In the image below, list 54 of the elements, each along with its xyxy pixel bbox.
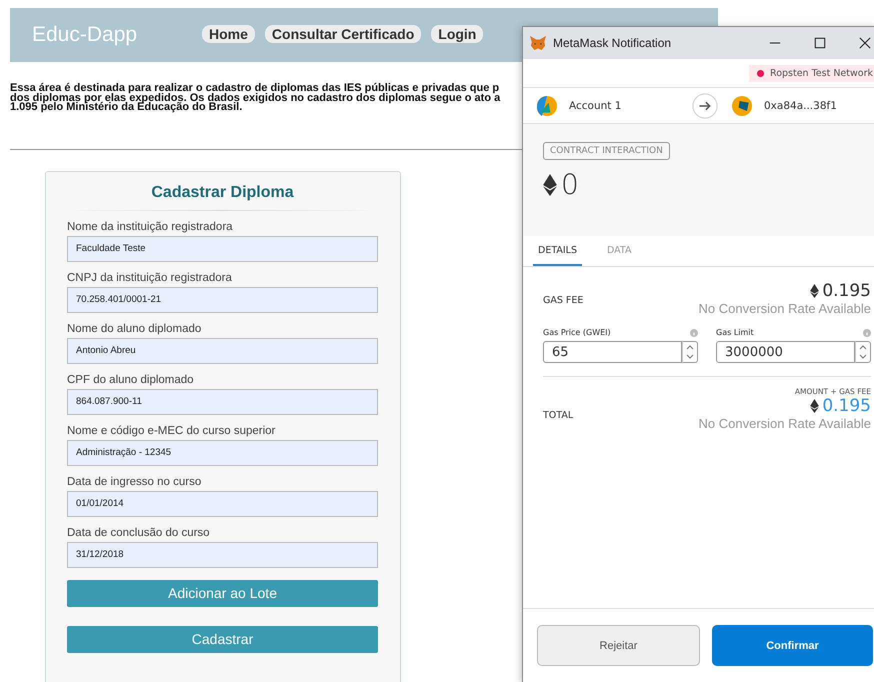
number-field[interactable]: 3000000 xyxy=(716,341,855,363)
spinner-icon[interactable] xyxy=(682,341,698,363)
input-field[interactable]: 31/12/2018 xyxy=(67,542,378,568)
form-title: Cadastrar Diploma xyxy=(150,184,295,202)
confirm-button[interactable]: Confirmar xyxy=(712,625,873,666)
number-field[interactable]: 65 xyxy=(543,341,682,363)
info-icon[interactable] xyxy=(690,328,698,336)
input-field[interactable]: 01/01/2014 xyxy=(67,490,378,516)
arrow-right-icon xyxy=(692,92,718,118)
conversion-note: No Conversion Rate Available xyxy=(698,416,871,431)
brand-title: Educ-Dapp xyxy=(32,23,138,47)
conversion-note: No Conversion Rate Available xyxy=(698,301,871,316)
field-label: CNPJ da instituição registradora xyxy=(67,270,233,284)
avatar-icon xyxy=(732,96,752,116)
fox-icon xyxy=(529,35,547,51)
total-label: TOTAL xyxy=(543,410,574,421)
input-field[interactable]: 864.087.900-11 xyxy=(67,388,378,414)
reject-button[interactable]: Rejeitar xyxy=(537,625,700,666)
nav-link[interactable]: Login xyxy=(431,24,484,42)
network-name: Ropsten Test Network xyxy=(770,68,873,78)
gas-fee-value: 0.195 xyxy=(822,281,871,301)
field-label: Data de conclusão do curso xyxy=(67,526,211,540)
field-label: Nome da instituição registradora xyxy=(67,220,234,234)
window-title: MetaMask Notification xyxy=(553,36,672,50)
spinner-icon[interactable] xyxy=(855,341,871,363)
input-field[interactable]: Faculdade Teste xyxy=(67,236,378,262)
input-field[interactable]: Antonio Abreu xyxy=(67,338,378,364)
gas-input-label: Gas Limit xyxy=(716,328,754,337)
amount-value: 0 xyxy=(561,168,579,201)
status-dot-icon xyxy=(757,70,764,76)
info-icon[interactable] xyxy=(863,328,871,336)
intro-paragraph: Essa área é destinada para realizar o cadastro de diplomas das IES públicas e privadas que p dos diplomas por elas expedidos. Os dados exigidos no cadastro dos diplomas segue o ato a 1.095 pelo Ministério da Educação do Brasil. xyxy=(10,84,502,112)
ethereum-icon xyxy=(543,174,557,196)
field-label: Nome e código e-MEC do curso superior xyxy=(67,424,276,438)
gas-fee-label: GAS FEE xyxy=(543,295,584,306)
account-name: Account 1 xyxy=(569,100,622,112)
ethereum-icon xyxy=(810,284,820,298)
total-value: 0.195 xyxy=(822,396,871,416)
avatar-icon xyxy=(537,96,557,116)
contract-badge: CONTRACT INTERACTION xyxy=(543,142,670,160)
field-label: Data de ingresso no curso xyxy=(67,474,202,488)
tab[interactable]: DETAILS xyxy=(533,236,582,266)
input-field[interactable]: Administração - 12345 xyxy=(67,440,378,466)
nav-link[interactable]: Home xyxy=(202,24,255,42)
maximize-icon[interactable] xyxy=(814,37,826,49)
network-badge[interactable]: Ropsten Test Network xyxy=(749,64,874,82)
close-icon[interactable] xyxy=(859,37,871,49)
ethereum-icon xyxy=(810,399,820,413)
nav-link[interactable]: Consultar Certificado xyxy=(264,24,422,42)
field-label: Nome do aluno diplomado xyxy=(67,322,202,336)
input-field[interactable]: 70.258.401/0001-21 xyxy=(67,286,378,312)
field-label: CPF do aluno diplomado xyxy=(67,372,195,386)
gas-input-label: Gas Price (GWEI) xyxy=(543,328,611,337)
recipient-address: 0xa84a...38f1 xyxy=(764,100,837,112)
